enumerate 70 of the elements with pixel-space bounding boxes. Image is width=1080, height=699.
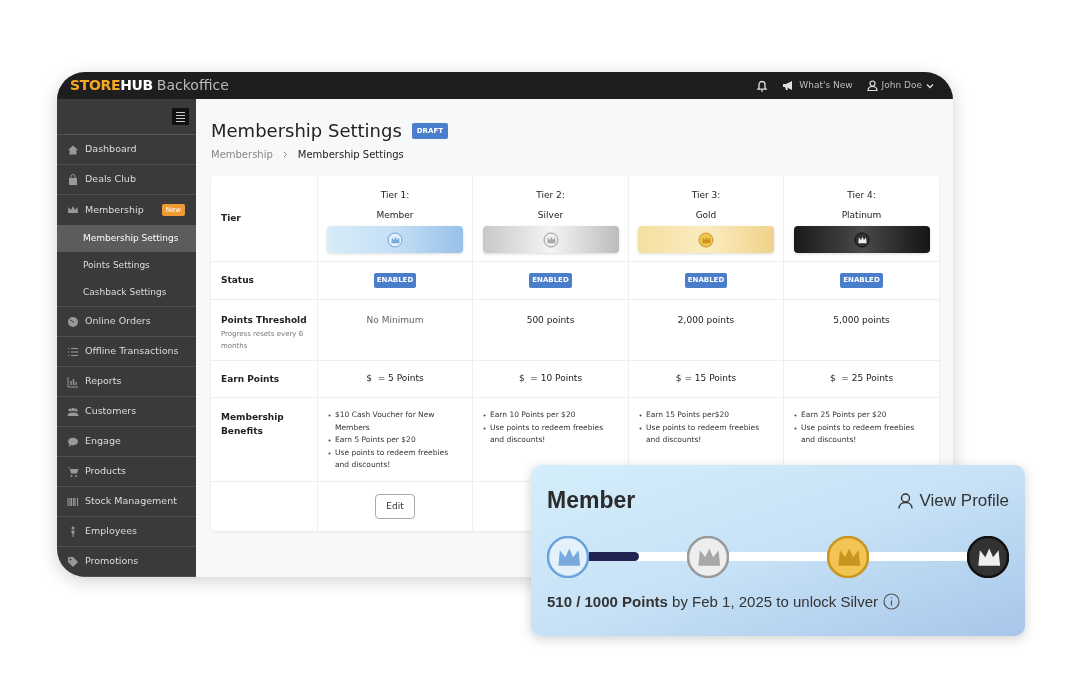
sidebar-subitem[interactable]: Cashback Settings	[57, 279, 196, 306]
edit-button[interactable]: Edit	[375, 494, 415, 519]
sidebar-item[interactable]: Offline Transactions	[57, 337, 196, 367]
user-icon	[866, 80, 878, 91]
globe-icon	[67, 315, 79, 328]
earn-rate: $ = 10 Points	[518, 372, 583, 386]
chevron-right-icon	[282, 151, 288, 158]
earn-rate: $ = 5 Points	[366, 372, 424, 386]
tier-heading: Tier 3:	[691, 189, 721, 202]
tier-heading: Tier 4:	[847, 189, 876, 202]
threshold-value: No Minimum	[366, 314, 424, 327]
threshold-value: 5,000 points	[833, 314, 890, 327]
tier-name: Platinum	[841, 208, 882, 222]
sidebar-item[interactable]: Promotions	[57, 547, 196, 577]
tag-icon	[67, 555, 79, 568]
logo-text: STORE	[70, 76, 121, 95]
bag-icon	[67, 173, 79, 186]
product-name: Backoffice	[156, 76, 229, 95]
sidebar-item[interactable]: Reports	[57, 367, 196, 397]
chat-icon	[67, 435, 79, 448]
logo-text: HUB	[120, 76, 153, 95]
barcode-icon	[67, 495, 79, 508]
row-label: Earn Points	[221, 372, 280, 386]
row-label: Points Threshold	[221, 314, 307, 327]
sidebar-item[interactable]: Dashboard	[57, 135, 196, 165]
crown-icon	[542, 231, 559, 248]
sidebar-item[interactable]: Online Orders	[57, 307, 196, 337]
earn-rate: $ = 25 Points	[829, 372, 894, 386]
bell-icon[interactable]	[756, 79, 769, 92]
crown-icon	[387, 231, 403, 248]
sidebar-subitem[interactable]: Points Settings	[57, 252, 196, 279]
tier-heading: Tier 2:	[536, 189, 565, 202]
crown-medal-icon	[967, 535, 1009, 578]
sidebar-item[interactable]: Customers	[57, 397, 196, 427]
sidebar-item[interactable]: Stock Management	[57, 487, 196, 517]
crown-icon	[853, 231, 870, 248]
crown-icon	[67, 204, 79, 216]
crown-icon	[698, 231, 714, 248]
sidebar-item[interactable]: Engage	[57, 427, 196, 457]
row-label: Tier	[221, 212, 241, 225]
sidebar-item[interactable]: Deals Club	[57, 165, 196, 195]
threshold-value: 2,000 points	[677, 314, 735, 327]
row-label: Status	[221, 274, 254, 287]
points-summary: 510 / 1000 Points by Feb 1, 2025 to unlock Silver	[547, 591, 879, 612]
crown-medal-icon	[827, 535, 869, 578]
chart-icon	[67, 375, 79, 388]
card-title: Member	[547, 486, 636, 515]
people-icon	[67, 405, 79, 418]
user-icon	[896, 491, 914, 509]
tier-name: Gold	[695, 208, 717, 222]
tier-name: Silver	[537, 208, 564, 222]
sidebar-subitem[interactable]: Membership Settings	[57, 225, 196, 252]
home-icon	[67, 143, 79, 156]
sidebar-item[interactable]: Products	[57, 457, 196, 487]
view-profile-link[interactable]: View Profile	[896, 487, 1009, 513]
tier-heading: Tier 1:	[380, 189, 410, 202]
user-menu[interactable]: John Doe	[866, 78, 934, 93]
whats-new-link[interactable]: What's New	[782, 78, 853, 93]
page-title: Membership Settings	[211, 121, 402, 141]
crown-medal-icon	[547, 535, 589, 578]
info-icon[interactable]	[883, 593, 901, 611]
chevron-down-icon	[926, 82, 934, 89]
tier-name: Member	[376, 208, 414, 222]
crown-medal-icon	[687, 535, 729, 578]
threshold-value: 500 points	[526, 314, 575, 327]
earn-rate: $ = 15 Points	[675, 372, 737, 386]
list-icon	[67, 345, 79, 358]
sidebar-item[interactable]: Employees	[57, 517, 196, 547]
menu-button[interactable]	[172, 108, 189, 125]
breadcrumb-link[interactable]: Membership	[211, 147, 273, 162]
